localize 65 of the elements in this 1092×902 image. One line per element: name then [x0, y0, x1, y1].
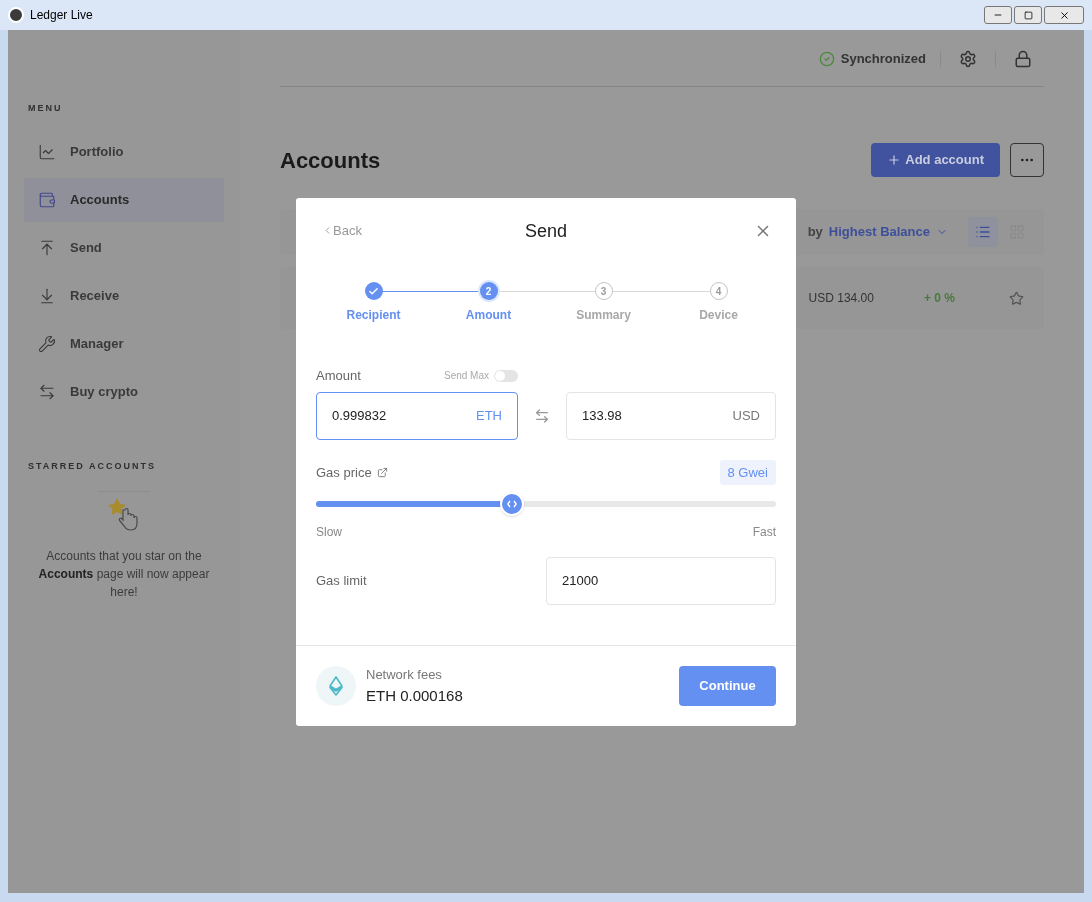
more-button[interactable]	[1010, 143, 1044, 177]
gas-limit-label: Gas limit	[316, 572, 367, 591]
starred-heading: STARRED ACCOUNTS	[28, 459, 157, 473]
fiat-amount-field[interactable]: 133.98 USD	[566, 391, 776, 440]
chart-icon	[38, 142, 56, 161]
check-icon	[368, 285, 379, 297]
step-indicator: 4	[709, 282, 728, 300]
continue-button[interactable]: Continue	[679, 666, 776, 706]
list-view-button[interactable]	[968, 217, 998, 247]
plus-icon	[887, 153, 902, 167]
gas-limit-field[interactable]: 21000	[546, 557, 776, 605]
fees-label: Network fees	[366, 666, 443, 684]
ethereum-icon	[316, 666, 356, 706]
step-indicator: 3	[594, 282, 613, 300]
minimize-button[interactable]	[984, 6, 1012, 24]
step-label: Device	[699, 307, 738, 324]
upload-icon	[38, 238, 56, 257]
list-icon	[975, 224, 991, 240]
back-button[interactable]: Back	[322, 221, 362, 241]
synchronized-icon	[818, 51, 835, 67]
sidebar-item[interactable]: Manager	[24, 321, 224, 366]
download-icon	[38, 286, 56, 305]
send-max-toggle[interactable]	[494, 369, 518, 382]
fast-label: Fast	[752, 524, 776, 541]
send-max-label: Send Max	[443, 369, 489, 384]
sidebar-item[interactable]: Receive	[24, 273, 224, 318]
step-label: Summary	[576, 307, 631, 324]
gas-price-label: Gas price	[316, 463, 372, 482]
sidebar-item[interactable]: Buy crypto	[24, 369, 224, 414]
gas-slider[interactable]	[316, 492, 776, 516]
app-logo-icon	[8, 7, 24, 23]
window-close-button[interactable]	[1044, 6, 1084, 24]
sidebar-item[interactable]: Portfolio	[24, 129, 224, 174]
add-account-button[interactable]: Add account	[871, 143, 1000, 177]
close-icon	[1058, 9, 1070, 21]
gas-price-value: 8 Gwei	[719, 459, 776, 485]
sort-prefix: by	[807, 223, 823, 242]
swap-icon	[38, 382, 56, 401]
star-button[interactable]	[1009, 290, 1024, 306]
step-label: Recipient	[346, 307, 401, 324]
sidebar-item[interactable]: Accounts	[24, 177, 224, 222]
sync-status: Synchronized	[840, 50, 926, 69]
slider-thumb[interactable]	[499, 492, 524, 516]
account-balance: USD 134.00	[808, 290, 874, 307]
slow-label: Slow	[316, 524, 342, 541]
modal-title: Send	[524, 219, 567, 243]
external-link-icon	[376, 466, 388, 478]
crypto-amount-field[interactable]: 0.999832 ETH	[316, 391, 518, 440]
wallet-icon	[38, 190, 56, 209]
maximize-icon	[1023, 10, 1033, 20]
starred-empty-text: Accounts that you star on the Accounts page will now appear here!	[37, 548, 211, 601]
maximize-button[interactable]	[1014, 6, 1042, 24]
sidebar-item[interactable]: Send	[24, 225, 224, 270]
wrench-icon	[38, 334, 56, 353]
fees-value: ETH 0.000168	[366, 685, 463, 706]
step-label: Amount	[465, 307, 512, 324]
step-indicator: 2	[479, 282, 498, 300]
sort-dropdown[interactable]: Highest Balance	[828, 222, 948, 242]
swap-icon	[534, 407, 550, 424]
amount-label: Amount	[316, 367, 361, 385]
menu-heading: MENU	[28, 102, 64, 115]
page-title: Accounts	[280, 146, 381, 175]
window-title: Ledger Live	[30, 7, 93, 24]
account-change: + 0 %	[923, 290, 955, 307]
arrows-icon	[506, 500, 517, 508]
